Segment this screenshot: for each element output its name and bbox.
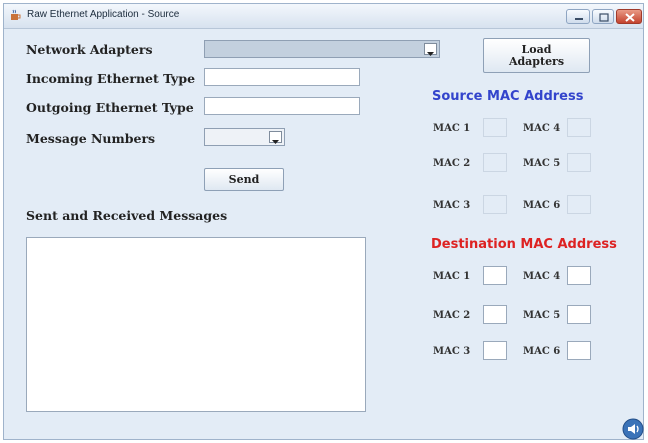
message-numbers-label: Message Numbers xyxy=(26,131,156,146)
source-mac-4-field[interactable] xyxy=(567,118,591,137)
message-numbers-dropdown[interactable] xyxy=(204,128,285,146)
destination-mac-5-field[interactable] xyxy=(567,305,591,324)
source-mac-1-field[interactable] xyxy=(483,118,507,137)
source-mac-title: Source MAC Address xyxy=(432,89,584,104)
load-adapters-line1: Load xyxy=(521,42,552,56)
outgoing-type-field[interactable] xyxy=(204,97,360,115)
source-mac-6-label: MAC 6 xyxy=(523,200,561,211)
close-button[interactable] xyxy=(616,9,642,24)
destination-mac-3-field[interactable] xyxy=(483,341,507,360)
destination-mac-6-label: MAC 6 xyxy=(523,346,561,357)
source-mac-4-label: MAC 4 xyxy=(523,123,561,134)
maximize-button[interactable] xyxy=(592,9,614,24)
messages-label: Sent and Received Messages xyxy=(26,208,228,223)
maximize-icon xyxy=(599,13,609,22)
outgoing-type-label: Outgoing Ethernet Type xyxy=(26,100,194,115)
destination-mac-5-label: MAC 5 xyxy=(523,310,561,321)
send-button[interactable]: Send xyxy=(204,168,284,191)
chevron-down-icon xyxy=(424,43,437,56)
source-mac-5-label: MAC 5 xyxy=(523,158,561,169)
messages-textarea[interactable] xyxy=(26,237,366,412)
destination-mac-4-field[interactable] xyxy=(567,266,591,285)
close-icon xyxy=(625,13,635,22)
window-title: Raw Ethernet Application - Source xyxy=(27,9,180,20)
destination-mac-4-label: MAC 4 xyxy=(523,271,561,282)
incoming-type-field[interactable] xyxy=(204,68,360,86)
destination-mac-2-label: MAC 2 xyxy=(433,310,471,321)
destination-mac-1-label: MAC 1 xyxy=(433,271,471,282)
chevron-down-icon xyxy=(269,131,282,144)
source-mac-6-field[interactable] xyxy=(567,195,591,214)
network-adapters-label: Network Adapters xyxy=(26,42,153,57)
source-mac-3-field[interactable] xyxy=(483,195,507,214)
load-adapters-line2: Adapters xyxy=(508,54,565,68)
source-mac-2-field[interactable] xyxy=(483,153,507,172)
destination-mac-1-field[interactable] xyxy=(483,266,507,285)
incoming-type-label: Incoming Ethernet Type xyxy=(26,71,196,86)
minimize-icon xyxy=(575,18,583,20)
source-mac-2-label: MAC 2 xyxy=(433,158,471,169)
destination-mac-title: Destination MAC Address xyxy=(431,237,617,252)
java-cup-icon xyxy=(11,9,21,20)
source-mac-3-label: MAC 3 xyxy=(433,200,471,211)
destination-mac-6-field[interactable] xyxy=(567,341,591,360)
source-mac-1-label: MAC 1 xyxy=(433,123,471,134)
title-bar[interactable]: Raw Ethernet Application - Source xyxy=(4,4,643,29)
minimize-button[interactable] xyxy=(566,9,590,24)
destination-mac-3-label: MAC 3 xyxy=(433,346,471,357)
destination-mac-2-field[interactable] xyxy=(483,305,507,324)
load-adapters-button[interactable]: Load Adapters xyxy=(483,38,590,73)
network-adapters-dropdown[interactable] xyxy=(204,40,440,58)
speaker-icon[interactable] xyxy=(622,418,644,440)
source-mac-5-field[interactable] xyxy=(567,153,591,172)
